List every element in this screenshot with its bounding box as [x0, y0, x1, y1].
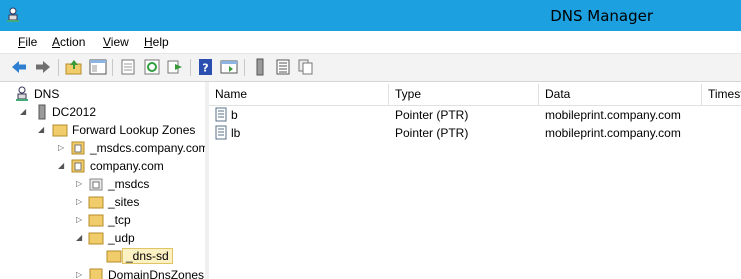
tree-label: _msdcs	[108, 177, 150, 191]
folder-icon	[88, 196, 104, 209]
export-icon[interactable]	[166, 58, 184, 76]
tree-label: _msdcs.company.com	[90, 141, 206, 155]
menu-file[interactable]: File	[18, 35, 37, 49]
title-bar: DNS Manager	[0, 0, 741, 31]
forward-icon[interactable]	[34, 58, 52, 76]
cell-type: Pointer (PTR)	[395, 126, 469, 140]
show-hide-tree-icon[interactable]	[89, 58, 107, 76]
collapse-arrow-icon[interactable]: ◢	[38, 121, 48, 139]
list-icon[interactable]	[274, 58, 292, 76]
table-row[interactable]: lb Pointer (PTR) mobileprint.company.com	[209, 124, 741, 142]
list-header: Name Type Data Timestamp	[209, 84, 741, 106]
column-header-name[interactable]: Name	[209, 84, 389, 105]
menu-action[interactable]: Action	[52, 35, 85, 49]
expand-arrow-icon[interactable]: ▷	[76, 266, 86, 279]
zone-icon	[71, 159, 85, 173]
window-title: DNS Manager	[550, 7, 653, 25]
table-row[interactable]: b Pointer (PTR) mobileprint.company.com	[209, 106, 741, 124]
cell-name: lb	[231, 126, 241, 140]
cell-data: mobileprint.company.com	[545, 126, 681, 140]
server-icon[interactable]	[251, 58, 269, 76]
tree-label: DC2012	[52, 105, 97, 119]
properties-icon[interactable]	[119, 58, 137, 76]
menu-help[interactable]: Help	[144, 35, 169, 49]
expand-arrow-icon[interactable]: ▷	[76, 211, 86, 229]
record-icon	[215, 107, 227, 122]
folder-icon	[106, 250, 122, 263]
tree-label: _tcp	[108, 213, 131, 227]
tree-label: DomainDnsZones	[108, 268, 205, 279]
svg-text:?: ?	[202, 62, 208, 75]
back-icon[interactable]	[10, 58, 28, 76]
folder-icon	[52, 124, 68, 137]
up-folder-icon[interactable]	[65, 58, 83, 76]
column-header-data[interactable]: Data	[539, 84, 702, 105]
delegation-icon	[89, 178, 103, 191]
folder-icon	[88, 214, 104, 227]
collapse-arrow-icon[interactable]: ◢	[58, 157, 68, 175]
expand-arrow-icon[interactable]: ▷	[58, 139, 68, 157]
server-icon	[38, 104, 46, 120]
folder-icon	[88, 232, 104, 245]
cell-type: Pointer (PTR)	[395, 108, 469, 122]
record-icon	[215, 125, 227, 140]
zone-icon	[89, 268, 103, 279]
column-header-timestamp[interactable]: Timestamp	[702, 84, 741, 105]
tree-label: DNS	[34, 87, 60, 101]
console-tree: DNS ◢ DC2012 ◢ Forward Lookup Zones ▷ _m…	[0, 82, 206, 279]
menu-bar: File Action View Help	[0, 31, 741, 54]
expand-arrow-icon[interactable]: ▷	[76, 175, 86, 193]
expand-arrow-icon[interactable]: ▷	[76, 193, 86, 211]
tree-label: _udp	[108, 231, 135, 245]
tree-label: company.com	[90, 159, 164, 173]
tree-label: _dns-sd	[122, 248, 173, 264]
column-header-type[interactable]: Type	[389, 84, 539, 105]
refresh-icon[interactable]	[143, 58, 161, 76]
cell-data: mobileprint.company.com	[545, 108, 681, 122]
action-pane-icon[interactable]	[220, 58, 238, 76]
dns-icon	[16, 86, 28, 101]
tree-label: Forward Lookup Zones	[72, 123, 196, 137]
copy-icon[interactable]	[297, 58, 315, 76]
collapse-arrow-icon[interactable]: ◢	[20, 103, 30, 121]
results-pane: Name Type Data Timestamp b Pointer (PTR)…	[209, 82, 741, 279]
menu-view[interactable]: View	[103, 35, 129, 49]
collapse-arrow-icon[interactable]: ◢	[76, 229, 86, 247]
cell-name: b	[231, 108, 238, 122]
toolbar: ?	[0, 54, 741, 82]
tree-label: _sites	[108, 195, 140, 209]
help-icon[interactable]: ?	[197, 58, 215, 76]
zone-icon	[71, 141, 85, 155]
